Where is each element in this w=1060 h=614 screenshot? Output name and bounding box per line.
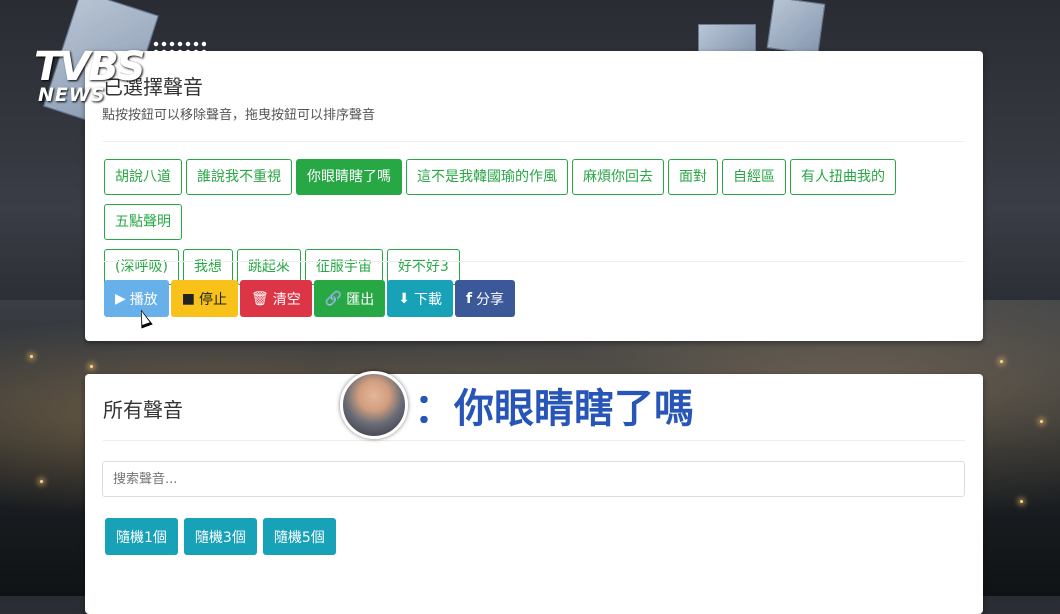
- sound-tag[interactable]: 五點聲明: [104, 204, 182, 240]
- sound-tag[interactable]: 自經區: [722, 159, 786, 195]
- banknote-decoration: [766, 0, 826, 56]
- download-label: 下載: [413, 291, 442, 308]
- random-1-button[interactable]: 隨機1個: [105, 518, 178, 555]
- video-caption: ：你眼睛瞎了嗎: [340, 371, 695, 439]
- sound-tag-active[interactable]: 你眼睛瞎了嗎: [296, 159, 402, 195]
- sound-tag[interactable]: 面對: [668, 159, 718, 195]
- sound-tag[interactable]: 麻煩你回去: [572, 159, 664, 195]
- sound-tag[interactable]: 有人扭曲我的: [790, 159, 896, 195]
- play-icon: ▶: [115, 290, 126, 307]
- stop-label: 停止: [199, 291, 228, 308]
- sound-tag[interactable]: 這不是我韓國瑜的作風: [406, 159, 568, 195]
- divider: [103, 141, 965, 142]
- random-5-button[interactable]: 隨機5個: [262, 518, 336, 555]
- download-icon: ⬇: [398, 290, 410, 307]
- play-label: 播放: [129, 291, 158, 308]
- stop-button[interactable]: ■ 停止: [170, 280, 239, 317]
- random-buttons: 隨機1個 隨機3個 隨機5個: [105, 518, 342, 555]
- export-label: 匯出: [346, 291, 375, 308]
- sound-tag[interactable]: 誰說我不重視: [186, 159, 292, 195]
- divider: [103, 440, 965, 441]
- banknote-decoration: [698, 24, 756, 52]
- share-label: 分享: [476, 291, 505, 308]
- share-button[interactable]: f 分享: [454, 280, 516, 317]
- clear-label: 清空: [272, 291, 301, 308]
- tvbs-news-logo: TVBS NEWS: [34, 40, 206, 110]
- logo-dots: [152, 40, 206, 80]
- stop-icon: ■: [181, 290, 196, 307]
- facebook-icon: f: [465, 290, 473, 307]
- random-3-button[interactable]: 隨機3個: [183, 518, 257, 555]
- sound-search-input[interactable]: [102, 461, 965, 497]
- speaker-avatar: [340, 371, 408, 439]
- trash-icon: 🗑: [251, 290, 269, 307]
- action-buttons: ▶ 播放 ■ 停止 🗑 清空 🔗 匯出 ⬇ 下載 f 分享: [104, 280, 517, 317]
- caption-text: ：你眼睛瞎了嗎: [413, 385, 695, 433]
- export-button[interactable]: 🔗 匯出: [313, 280, 386, 317]
- link-icon: 🔗: [324, 290, 343, 307]
- selected-sounds-panel: 已選擇聲音 點按按鈕可以移除聲音，拖曳按鈕可以排序聲音 胡說八道 誰說我不重視 你眼…: [85, 51, 983, 341]
- download-button[interactable]: ⬇ 下載: [387, 280, 453, 317]
- divider: [103, 261, 965, 262]
- sound-tag[interactable]: 胡說八道: [104, 159, 182, 195]
- selected-sound-tags: 胡說八道 誰說我不重視 你眼睛瞎了嗎 這不是我韓國瑜的作風 麻煩你回去 面對 自經區 有人扭曲…: [104, 159, 964, 294]
- panel-title: 所有聲音: [103, 398, 183, 422]
- clear-button[interactable]: 🗑 清空: [240, 280, 312, 317]
- logo-sub: NEWS: [38, 84, 106, 106]
